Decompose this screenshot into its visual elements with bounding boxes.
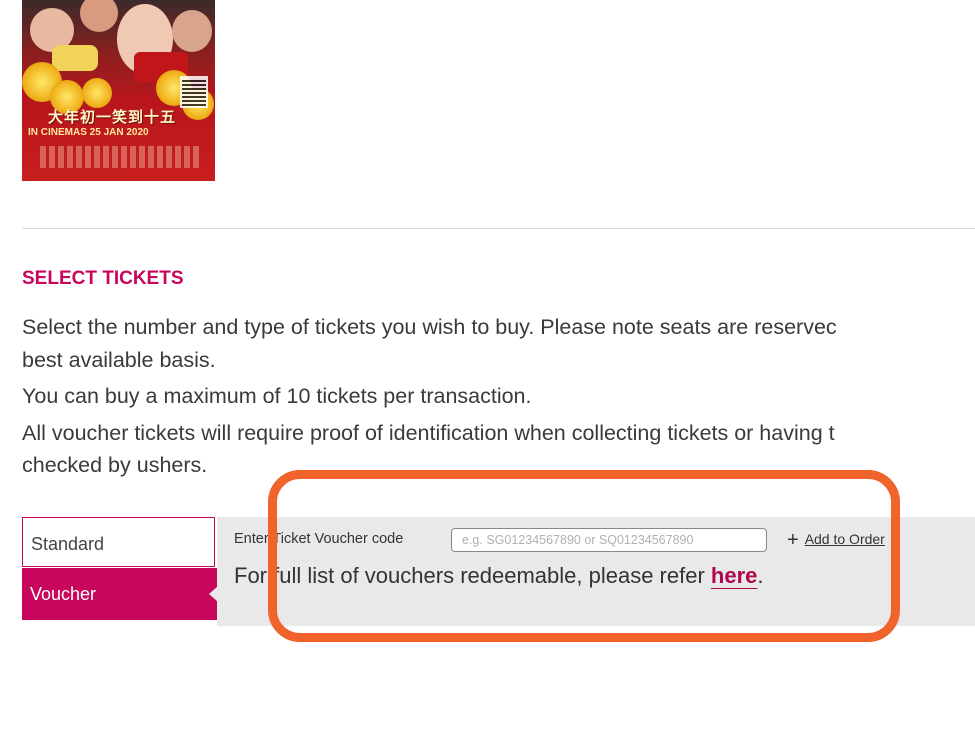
voucher-code-label: Enter Ticket Voucher code [234, 531, 404, 547]
tab-standard-label: Standard [31, 534, 105, 554]
voucher-panel: Enter Ticket Voucher code +Add to Order … [217, 517, 975, 626]
voucher-list-link[interactable]: here [711, 563, 757, 588]
voucher-list-text: For full list of vouchers redeemable, pl… [234, 563, 711, 588]
voucher-id-notice: checked by ushers. [22, 453, 208, 477]
instructions-text: Select the number and type of tickets yo… [22, 315, 837, 339]
poster-qr-code [180, 76, 208, 108]
instructions-text: best available basis. [22, 348, 216, 372]
poster-release-date: IN CINEMAS 25 JAN 2020 [28, 127, 149, 138]
max-tickets-text: You can buy a maximum of 10 tickets per … [22, 384, 532, 408]
ticket-type-tabs: Standard Voucher [22, 517, 218, 620]
poster-face [80, 0, 118, 32]
plus-icon: + [787, 529, 799, 551]
voucher-list-period: . [757, 563, 764, 588]
section-divider [22, 228, 975, 229]
add-to-order-label: Add to Order [804, 531, 885, 547]
poster-flower [82, 78, 112, 108]
voucher-list-note: For full list of vouchers redeemable, pl… [234, 563, 764, 589]
poster-gold-bar [52, 45, 98, 71]
tab-voucher[interactable]: Voucher [22, 568, 218, 620]
voucher-id-notice: All voucher tickets will require proof o… [22, 421, 835, 445]
movie-poster: 大年初一笑到十五 IN CINEMAS 25 JAN 2020 [22, 0, 215, 181]
poster-face [172, 10, 212, 52]
tab-standard[interactable]: Standard [22, 517, 215, 567]
tab-voucher-label: Voucher [30, 584, 97, 604]
add-to-order-button[interactable]: + Add to Order [787, 529, 885, 552]
poster-title: 大年初一笑到十五 [48, 109, 177, 126]
select-tickets-heading: SELECT TICKETS [22, 268, 184, 289]
poster-credits [40, 146, 200, 168]
voucher-code-input[interactable] [451, 528, 767, 552]
